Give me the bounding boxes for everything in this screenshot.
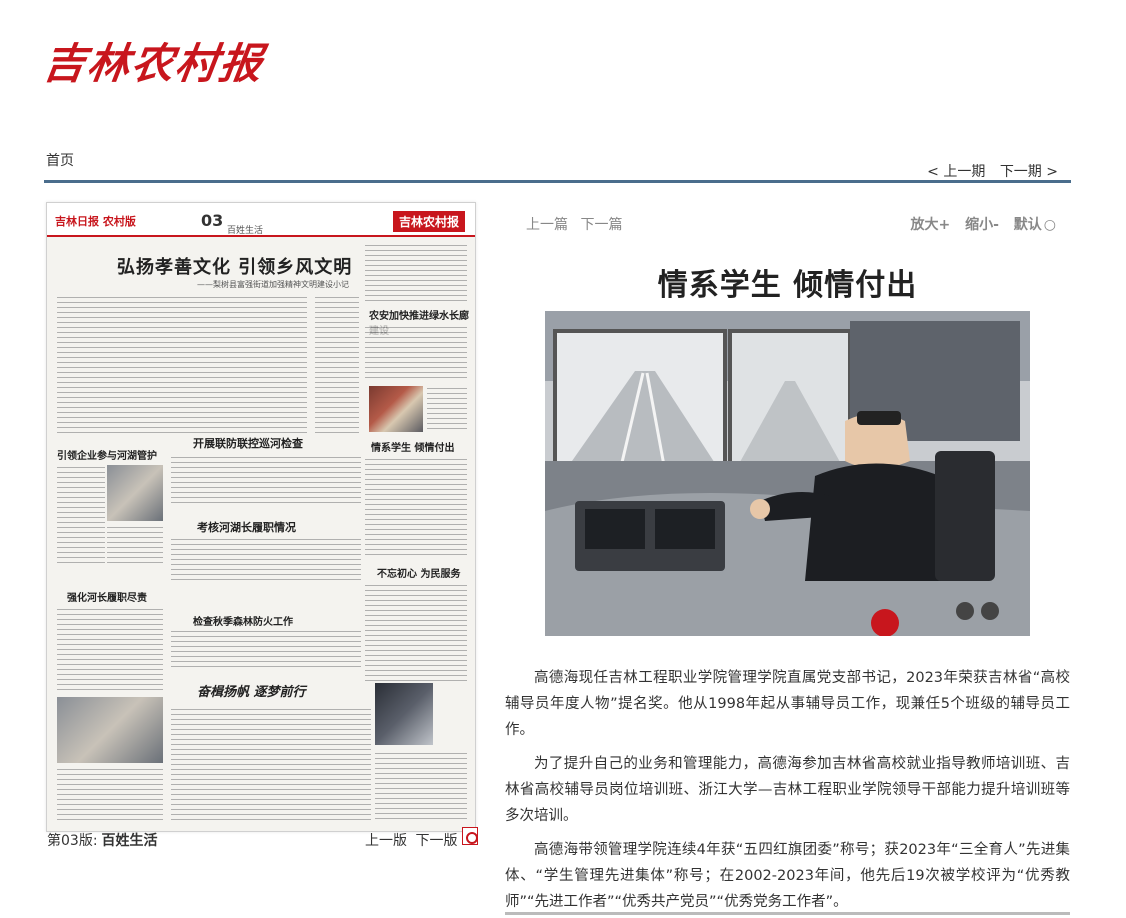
- article-photo-illustration: [545, 311, 1030, 636]
- paper-section: 百姓生活: [227, 226, 264, 236]
- paper-text-column: [365, 457, 467, 555]
- paper-text-column: [427, 386, 467, 432]
- paper-photo: [57, 697, 163, 763]
- next-issue-link[interactable]: 下一期 >: [1000, 164, 1058, 180]
- article-paragraph: 为了提升自己的业务和管理能力，高德海参加吉林省高校就业指导教师培训班、吉林省高校…: [505, 756, 1070, 824]
- paper-headline-senlin[interactable]: 检查秋季森林防火工作: [193, 613, 293, 628]
- paper-text-column: [57, 295, 307, 435]
- paper-text-column: [107, 525, 163, 565]
- font-default-button[interactable]: 默认: [1014, 217, 1042, 233]
- font-smaller-button[interactable]: 缩小-: [965, 217, 999, 233]
- paper-text-column: [57, 767, 163, 823]
- newspaper-page-thumbnail[interactable]: 吉林日报 农村版 03 百姓生活 吉林农村报 弘扬孝善文化 引领乡风文明 ——梨…: [46, 202, 476, 832]
- paper-text-column: [171, 455, 361, 505]
- prev-article-link[interactable]: 上一篇: [526, 217, 568, 233]
- paper-masthead-left: 吉林日报 农村版: [55, 215, 136, 228]
- header-rule: [44, 180, 1071, 183]
- paper-text-column: [171, 537, 361, 583]
- page-label-section: 百姓生活: [101, 833, 158, 849]
- site-logo[interactable]: 吉林农村报: [40, 30, 269, 91]
- paper-headline-guanzhi[interactable]: 引领企业参与河湖管护: [57, 447, 157, 462]
- paper-headline-kaohe[interactable]: 考核河湖长履职情况: [197, 519, 296, 535]
- paper-headline-qingxi[interactable]: 情系学生 倾情付出: [371, 439, 454, 454]
- paper-masthead-right: 吉林农村报: [392, 211, 465, 232]
- font-size-controls: 放大+ 缩小- 默认 ○: [900, 214, 1056, 234]
- paper-masthead: 吉林日报 农村版 03 百姓生活 吉林农村报: [47, 203, 475, 237]
- page-label: 第03版: 百姓生活: [47, 830, 158, 850]
- next-page-link[interactable]: 下一版: [415, 833, 457, 849]
- article-photo: [545, 311, 1030, 636]
- prev-page-link[interactable]: 上一版: [365, 833, 407, 849]
- next-article-link[interactable]: 下一篇: [580, 217, 622, 233]
- article-paragraph: 高德海带领管理学院连续4年获“五四红旗团委”称号；获2023年“三全育人”先进集…: [505, 842, 1070, 910]
- paper-headline-xunhe[interactable]: 开展联防联控巡河检查: [193, 435, 303, 451]
- page-nav: 上一版 下一版: [365, 830, 461, 850]
- article-body: 高德海现任吉林工程职业学院管理学院直属党支部书记，2023年荣获吉林省“高校辅导…: [505, 665, 1070, 918]
- page-label-number: 第03版:: [47, 833, 98, 849]
- paper-text-column: [365, 243, 467, 303]
- article-bottom-rule: [505, 912, 1070, 915]
- paper-text-column: [375, 751, 467, 823]
- article-title: 情系学生 倾情付出: [657, 268, 918, 303]
- article-nav: 上一篇 下一篇: [526, 214, 630, 234]
- paper-headline-buwang[interactable]: 不忘初心 为民服务: [377, 565, 460, 580]
- paper-headline-fenji[interactable]: 奋楫扬帆 逐梦前行: [197, 681, 306, 700]
- paper-text-column: [171, 629, 361, 669]
- paper-text-column: [57, 465, 105, 565]
- prev-issue-link[interactable]: < 上一期: [927, 164, 985, 180]
- paper-subheadline: ——梨树县富强街道加强精神文明建设小记: [197, 280, 349, 289]
- paper-text-column: [365, 325, 467, 381]
- paper-text-column: [171, 707, 371, 823]
- paper-photo: [375, 683, 433, 745]
- pdf-icon[interactable]: [462, 827, 478, 845]
- font-larger-button[interactable]: 放大+: [910, 217, 950, 233]
- paper-headline-hezhang[interactable]: 强化河长履职尽责: [67, 589, 147, 604]
- paper-text-column: [365, 583, 467, 683]
- paper-headline[interactable]: 弘扬孝善文化 引领乡风文明: [117, 253, 352, 279]
- nav-home-link[interactable]: 首页: [46, 150, 74, 170]
- paper-text-column: [315, 295, 359, 435]
- paper-text-column: [57, 607, 163, 691]
- paper-page-number: 03: [201, 211, 224, 230]
- font-default-icon: ○: [1043, 217, 1056, 233]
- paper-photo: [107, 465, 163, 521]
- paper-photo: [369, 386, 423, 432]
- issue-nav: < 上一期 下一期 >: [917, 161, 1058, 181]
- article-paragraph: 高德海现任吉林工程职业学院管理学院直属党支部书记，2023年荣获吉林省“高校辅导…: [505, 670, 1070, 738]
